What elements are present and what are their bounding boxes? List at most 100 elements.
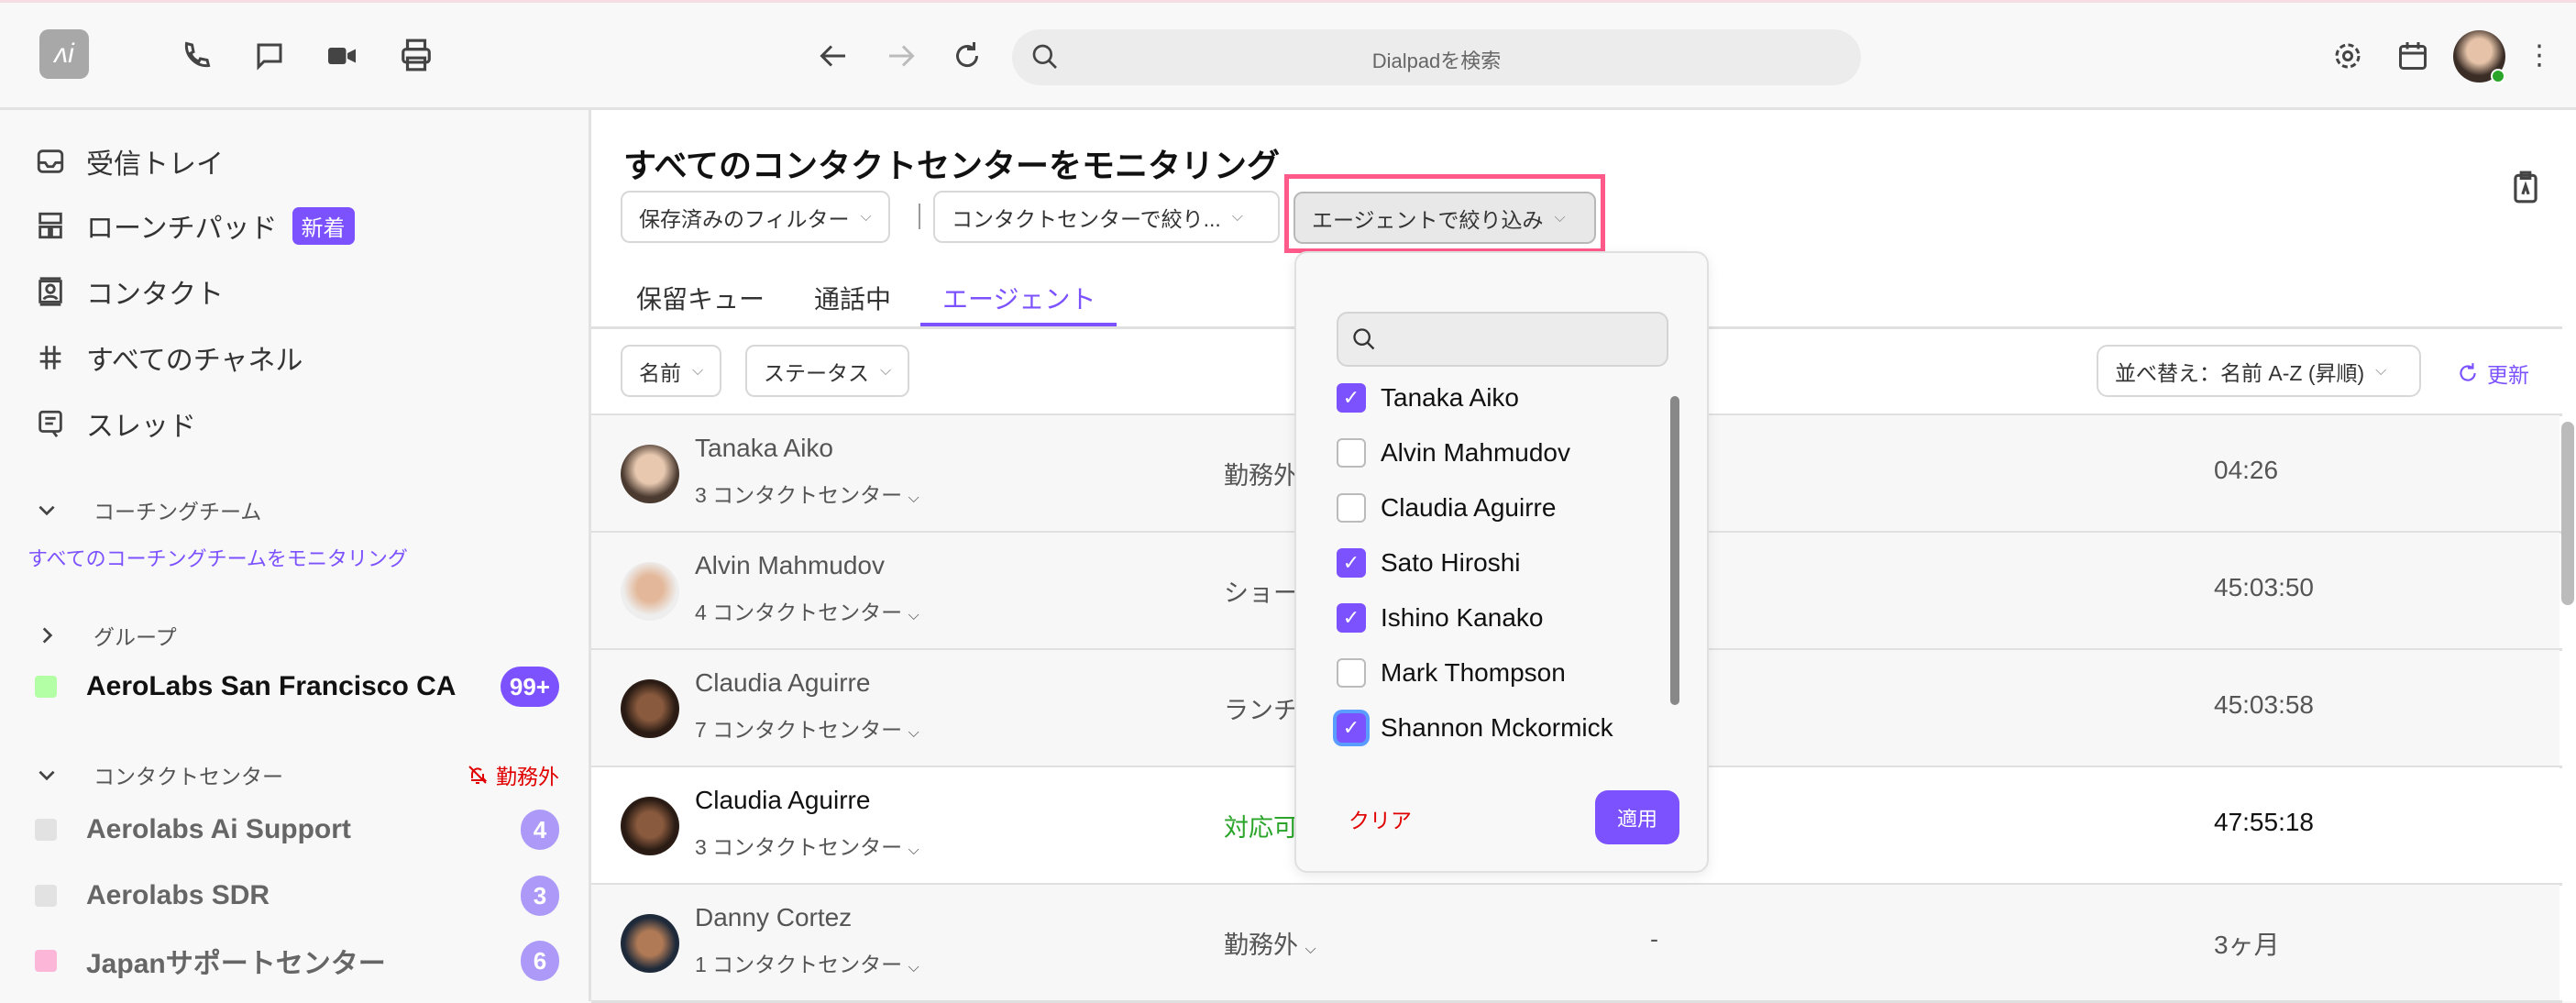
contact-centers-section-header[interactable]: コンタクトセンター 勤務外: [35, 759, 559, 790]
checkbox[interactable]: ✓: [1337, 713, 1366, 743]
tab-on-call[interactable]: 通話中: [814, 280, 891, 316]
saved-filters-dropdown[interactable]: 保存済みのフィルター ⌵: [621, 191, 890, 243]
center-name: Aerolabs Ai Support: [86, 814, 351, 844]
coaching-section-header[interactable]: コーチングチーム: [35, 494, 261, 525]
contact-centers-toggle[interactable]: 1 コンタクトセンター ⌵: [695, 947, 919, 978]
search-placeholder: Dialpadを検索: [1371, 50, 1502, 72]
empty-value: -: [1650, 925, 1658, 953]
chevron-down-icon: ⌵: [2375, 362, 2387, 379]
sidebar-item-contacts[interactable]: コンタクト: [35, 271, 224, 312]
app-logo[interactable]: ʌi: [39, 29, 89, 79]
agent-search-input[interactable]: [1337, 312, 1668, 367]
bell-off-icon: [468, 766, 488, 784]
new-badge: 新着: [292, 206, 355, 245]
agent-option[interactable]: ✓ Sato Hiroshi: [1337, 548, 1521, 578]
page-scrollbar[interactable]: [2561, 422, 2574, 605]
chevron-right-icon: [42, 627, 53, 644]
online-status-dot: [2491, 69, 2505, 83]
agent-name: Alvin Mahmudov: [695, 551, 885, 579]
checkbox[interactable]: ✓: [1337, 383, 1366, 413]
agent-name: Claudia Aguirre: [695, 786, 871, 814]
checkbox[interactable]: [1337, 658, 1366, 688]
checkbox[interactable]: ✓: [1337, 548, 1366, 578]
status-duration: 3ヶ月: [2214, 931, 2280, 959]
calendar-icon[interactable]: [2396, 39, 2429, 72]
chevron-down-icon: ⌵: [1305, 942, 1316, 957]
checkbox[interactable]: [1337, 493, 1366, 523]
status-label: ショー: [1224, 579, 1298, 607]
filter-label: ステータス: [764, 360, 869, 385]
status-label: 勤務外: [1224, 931, 1298, 959]
status-duration: 45:03:50: [2214, 573, 2314, 601]
contact-center-item[interactable]: Aerolabs Ai Support 4: [35, 810, 559, 850]
agent-option-label: Sato Hiroshi: [1381, 548, 1521, 577]
sidebar-item-label: コンタクト: [86, 280, 224, 310]
center-color-swatch: [35, 819, 57, 841]
apply-button[interactable]: 適用: [1595, 790, 1679, 844]
agent-option[interactable]: Mark Thompson: [1337, 658, 1566, 688]
search-input[interactable]: Dialpadを検索: [1012, 29, 1861, 85]
tab-hold-queue[interactable]: 保留キュー: [636, 280, 765, 316]
groups-section-header[interactable]: グループ: [35, 620, 177, 651]
clipboard-icon[interactable]: [2508, 169, 2543, 205]
sort-dropdown[interactable]: 並べ替え：名前 A-Z (昇順) ⌵: [2097, 345, 2421, 397]
sidebar-item-threads[interactable]: スレッド: [35, 403, 196, 444]
sidebar-item-label: ローンチパッド: [86, 214, 278, 244]
off-duty-status[interactable]: 勤務外: [467, 759, 559, 790]
agent-option[interactable]: ✓ Tanaka Aiko: [1337, 383, 1519, 413]
phone-icon[interactable]: [180, 39, 213, 72]
name-filter[interactable]: 名前 ⌵: [621, 345, 722, 397]
status-filter[interactable]: ステータス ⌵: [745, 345, 910, 397]
sidebar-item-label: 受信トレイ: [86, 149, 224, 180]
sidebar: 受信トレイ ローンチパッド 新着 コンタクト すべてのチャネル スレッド コーチン…: [0, 110, 591, 1001]
center-name: Aerolabs SDR: [86, 880, 270, 910]
sidebar-item-label: スレッド: [86, 412, 196, 442]
tab-agents[interactable]: エージェント: [942, 280, 1095, 316]
contact-centers-toggle[interactable]: 3 コンタクトセンター ⌵: [695, 830, 919, 861]
contact-center-item[interactable]: Japanサポートセンター 6: [35, 941, 559, 981]
more-icon[interactable]: ⋮: [2526, 39, 2553, 72]
print-icon[interactable]: [399, 38, 434, 72]
agent-name: Claudia Aguirre: [695, 668, 871, 697]
chevron-down-icon: ⌵: [908, 608, 919, 623]
reload-icon[interactable]: [951, 39, 984, 72]
status-label: 勤務外: [1224, 462, 1298, 490]
gear-icon[interactable]: [2331, 39, 2364, 72]
table-row[interactable]: Danny Cortez 1 コンタクトセンター ⌵ 勤務外 ⌵ - 3ヶ月: [591, 885, 2559, 1002]
menu-scrollbar[interactable]: [1670, 396, 1679, 705]
chevron-down-icon: [39, 770, 55, 781]
sidebar-item-channels[interactable]: すべてのチャネル: [35, 337, 303, 378]
avatar: [621, 914, 679, 973]
sidebar-item-launchpad[interactable]: ローンチパッド 新着: [35, 205, 355, 246]
clear-button[interactable]: クリア: [1349, 803, 1412, 834]
agent-option-label: Tanaka Aiko: [1381, 383, 1519, 412]
agent-option[interactable]: ✓ Shannon Mckormick: [1337, 713, 1613, 743]
contact-center-filter-dropdown[interactable]: コンタクトセンターで絞り... ⌵: [933, 191, 1280, 243]
agent-option[interactable]: ✓ Ishino Kanako: [1337, 603, 1543, 633]
center-color-swatch: [35, 950, 57, 972]
agent-option[interactable]: Claudia Aguirre: [1337, 493, 1556, 523]
hash-icon: [39, 346, 61, 369]
chevron-down-icon: [39, 505, 55, 516]
chat-icon[interactable]: [253, 39, 286, 72]
monitor-coaching-link[interactable]: すべてのコーチングチームをモニタリング: [28, 543, 408, 572]
group-item[interactable]: AeroLabs San Francisco CA 99+: [35, 667, 559, 707]
contact-center-item[interactable]: Aerolabs SDR 3: [35, 876, 559, 916]
contact-centers-toggle[interactable]: 7 コンタクトセンター ⌵: [695, 712, 919, 744]
agent-option[interactable]: Alvin Mahmudov: [1337, 438, 1570, 468]
contact-center-count: 4 コンタクトセンター: [695, 601, 903, 624]
agent-option-label: Shannon Mckormick: [1381, 713, 1613, 742]
contact-centers-toggle[interactable]: 4 コンタクトセンター ⌵: [695, 595, 919, 626]
chevron-down-icon: ⌵: [908, 725, 919, 741]
checkbox[interactable]: [1337, 438, 1366, 468]
status-label: ランチ: [1224, 697, 1298, 724]
contact-centers-toggle[interactable]: 3 コンタクトセンター ⌵: [695, 478, 919, 509]
video-icon[interactable]: [325, 39, 358, 72]
chevron-down-icon: ⌵: [908, 490, 919, 506]
back-arrow-icon[interactable]: [818, 39, 851, 72]
forward-arrow-icon[interactable]: [884, 39, 917, 72]
refresh-button[interactable]: 更新: [2456, 358, 2529, 389]
sidebar-item-inbox[interactable]: 受信トレイ: [35, 141, 224, 182]
status-dropdown[interactable]: 勤務外 ⌵: [1224, 925, 1316, 961]
checkbox[interactable]: ✓: [1337, 603, 1366, 633]
